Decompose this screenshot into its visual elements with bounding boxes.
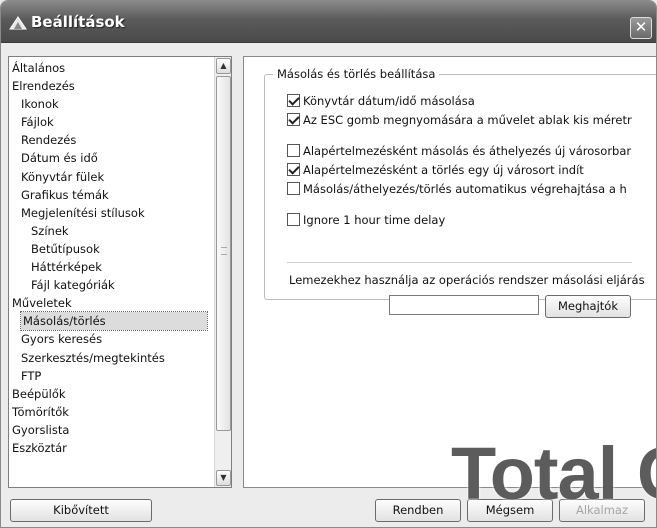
- tree-item-label: Másolás/törlés: [20, 311, 208, 332]
- os-copy-label: Lemezekhez használja az operációs rendsz…: [289, 273, 645, 287]
- tree-item-selected[interactable]: Másolás/törlés: [9, 311, 215, 332]
- scroll-thumb[interactable]: [216, 76, 231, 431]
- tree-item[interactable]: Megjelenítési stílusok: [9, 204, 215, 222]
- tree-item[interactable]: Elrendezés: [9, 77, 215, 95]
- close-icon[interactable]: ✕: [630, 17, 652, 39]
- tree-item[interactable]: Általános: [9, 59, 215, 77]
- tree-item[interactable]: Gyors keresés: [9, 330, 215, 348]
- checkbox[interactable]: [287, 213, 300, 226]
- tree-item[interactable]: Eszköztár: [9, 439, 215, 457]
- tree-item[interactable]: Fájl kategóriák: [9, 276, 215, 294]
- tree-item-label: Dátum és idő: [21, 151, 98, 166]
- tree-item-label: Grafikus témák: [21, 187, 109, 202]
- watermark-logo: Total C: [451, 432, 656, 515]
- tree-item-label: Háttérképek: [31, 260, 102, 275]
- tree-item[interactable]: Dátum és idő: [9, 149, 215, 167]
- checkbox[interactable]: [287, 163, 300, 176]
- option-default-copy-new-queue[interactable]: Alapértelmezésként másolás és áthelyezés…: [287, 144, 631, 160]
- tree-item-label: Műveletek: [12, 296, 72, 311]
- tree-scrollbar[interactable]: ▲ ▼: [214, 57, 231, 487]
- tree-item-label: Beépülők: [12, 386, 66, 401]
- drives-button[interactable]: Meghajtók: [545, 295, 631, 318]
- tree-item-label: Fájl kategóriák: [31, 278, 115, 293]
- title-bar[interactable]: Beállítások ✕: [1, 1, 656, 43]
- tree-item[interactable]: Műveletek: [9, 294, 215, 312]
- tree-list: Általános Elrendezés Ikonok Fájlok Rendezés D…: [9, 57, 215, 487]
- settings-panel: Másolás és törlés beállítása Könyvtár dá…: [243, 56, 656, 488]
- checkbox[interactable]: [287, 144, 300, 157]
- tree-item-label: FTP: [21, 368, 42, 383]
- tree-item-label: Gyorslista: [12, 422, 70, 437]
- tree-item[interactable]: Színek: [9, 222, 215, 240]
- window-title: Beállítások: [31, 13, 125, 31]
- tree-item[interactable]: FTP: [9, 367, 215, 385]
- tree-item-label: Általános: [12, 61, 66, 75]
- advanced-button[interactable]: Kibővített: [10, 499, 152, 522]
- scroll-down-icon[interactable]: ▼: [216, 470, 231, 486]
- option-default-delete-new-queue[interactable]: Alapértelmezésként a törlés egy új város…: [287, 163, 584, 179]
- tree-item-label: Gyors keresés: [21, 332, 103, 347]
- tree-item[interactable]: Szerkesztés/megtekintés: [9, 349, 215, 367]
- tree-item[interactable]: Betűtípusok: [9, 240, 215, 258]
- settings-tree[interactable]: Általános Elrendezés Ikonok Fájlok Rendezés D…: [8, 56, 232, 488]
- tree-item-label: Fájlok: [21, 115, 54, 130]
- tree-item[interactable]: Gyorslista: [9, 421, 215, 439]
- scroll-up-icon[interactable]: ▲: [216, 58, 231, 74]
- tree-item-label: Elrendezés: [12, 79, 75, 94]
- copy-delete-group: Másolás és törlés beállítása Könyvtár dá…: [264, 67, 656, 318]
- tree-item[interactable]: Beépülők: [9, 385, 215, 403]
- tree-item[interactable]: Könyvtár fülek: [9, 168, 215, 186]
- settings-window: Beállítások ✕ Általános Elrendezés Ikonok F…: [0, 0, 657, 528]
- divider: [287, 262, 632, 263]
- tree-item[interactable]: Rendezés: [9, 131, 215, 149]
- option-copy-dir-datetime[interactable]: Könyvtár dátum/idő másolása: [287, 94, 475, 110]
- option-esc-minimize[interactable]: Az ESC gomb megnyomására a művelet ablak…: [287, 113, 632, 129]
- tree-item[interactable]: Háttérképek: [9, 258, 215, 276]
- app-icon: [9, 16, 27, 30]
- drives-input[interactable]: [389, 295, 539, 315]
- tree-item-label: Színek: [31, 223, 69, 238]
- tree-item-label: Tömörítők: [12, 404, 69, 419]
- checkbox[interactable]: [287, 113, 300, 126]
- tree-item-label: Rendezés: [21, 133, 77, 148]
- option-auto-execute[interactable]: Másolás/áthelyezés/törlés automatikus vé…: [287, 182, 627, 198]
- group-title: Másolás és törlés beállítása: [273, 67, 440, 81]
- checkbox[interactable]: [287, 94, 300, 107]
- tree-item-label: Könyvtár fülek: [21, 169, 105, 184]
- checkbox[interactable]: [287, 182, 300, 195]
- ok-button[interactable]: Rendben: [375, 499, 461, 522]
- tree-item-label: Ikonok: [21, 97, 59, 112]
- tree-item-label: Eszköztár: [12, 440, 67, 455]
- tree-item-label: Szerkesztés/megtekintés: [21, 350, 165, 365]
- tree-item[interactable]: Tömörítők: [9, 403, 215, 421]
- tree-item[interactable]: Grafikus témák: [9, 186, 215, 204]
- tree-item-label: Megjelenítési stílusok: [21, 205, 145, 220]
- option-ignore-hour-delay[interactable]: Ignore 1 hour time delay: [287, 213, 445, 229]
- tree-item[interactable]: Ikonok: [9, 95, 215, 113]
- tree-item-label: Betűtípusok: [31, 241, 100, 256]
- tree-item[interactable]: Fájlok: [9, 113, 215, 131]
